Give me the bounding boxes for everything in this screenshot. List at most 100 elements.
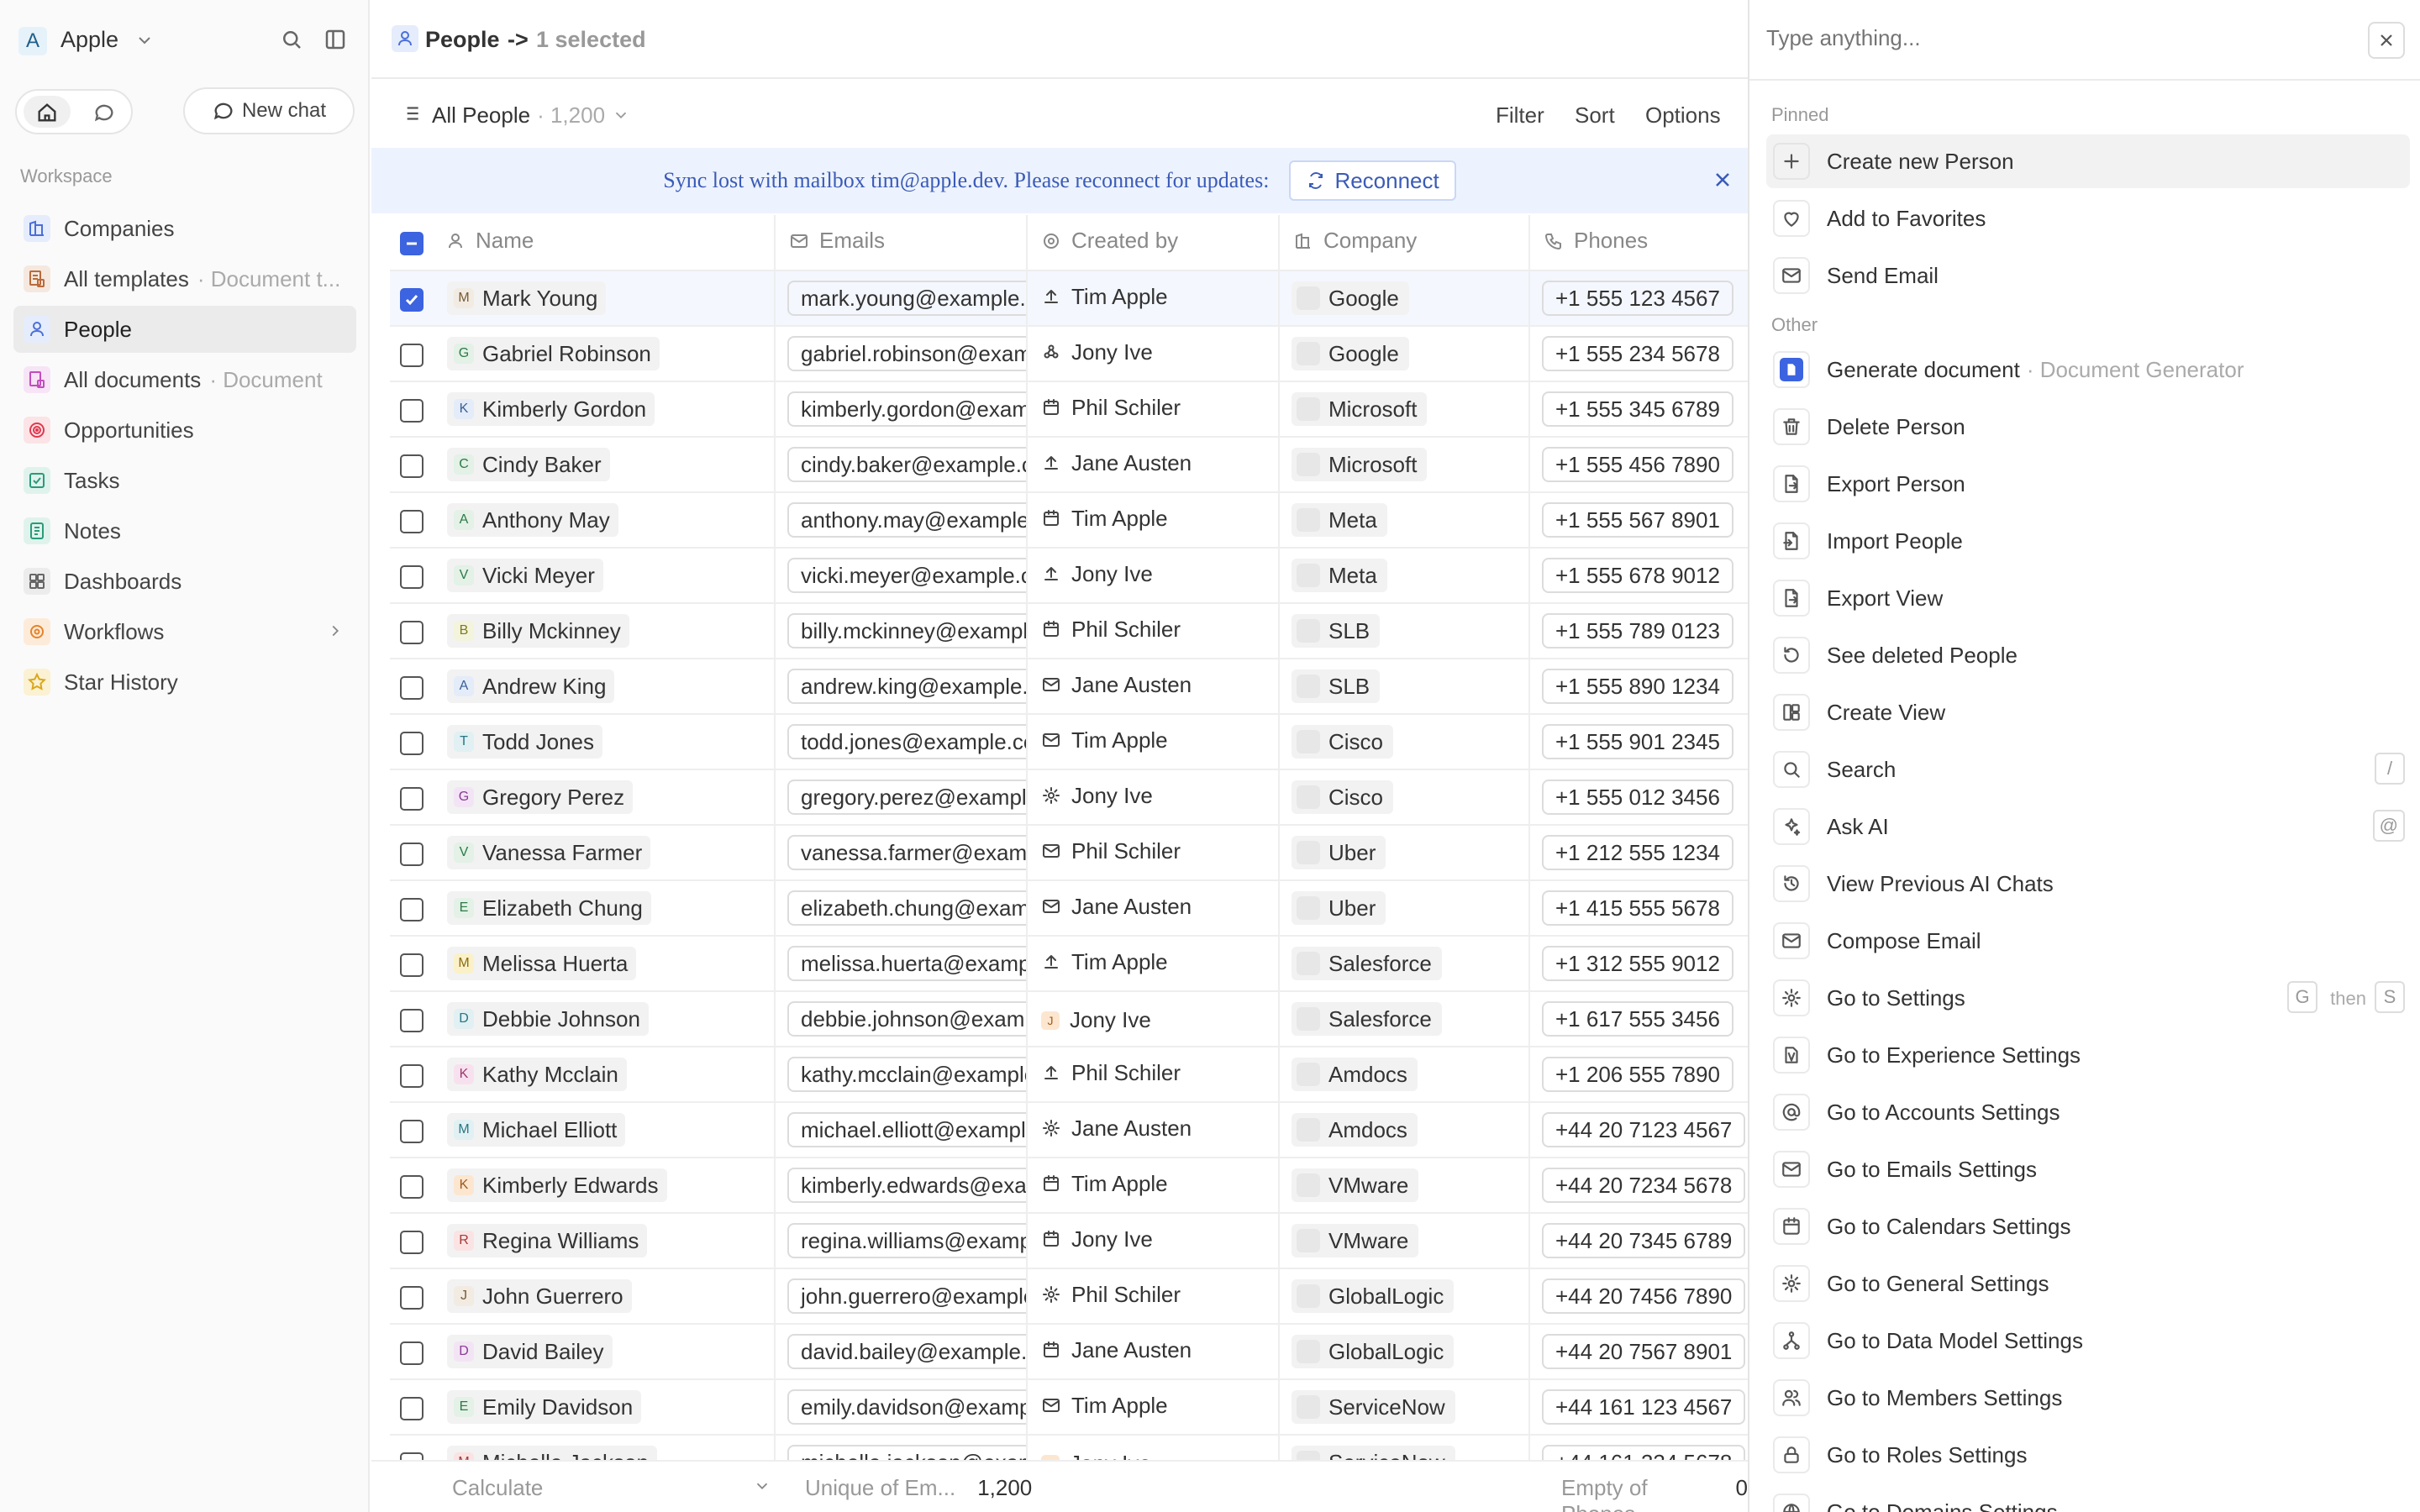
row-checkbox[interactable] [400, 509, 424, 533]
command-item-import-people[interactable]: Import People [1766, 514, 2410, 568]
sort-button[interactable]: Sort [1575, 102, 1615, 129]
command-item-go-to-members-settings[interactable]: Go to Members Settings [1766, 1371, 2410, 1425]
phones-aggregate[interactable]: Empty of Phones 0 [1561, 1475, 1748, 1512]
created-by-cell[interactable]: Jane Austen [1027, 1102, 1280, 1158]
column-header-name[interactable]: Name [434, 215, 776, 271]
row-checkbox[interactable] [400, 897, 424, 921]
company-cell[interactable]: Salesforce [1279, 936, 1530, 992]
email-pill[interactable]: anthony.may@example.com [787, 502, 1025, 538]
breadcrumb-object[interactable]: People [425, 27, 500, 53]
sidebar-item-star-history[interactable]: Star History [13, 659, 356, 706]
company-cell[interactable]: Google [1279, 326, 1530, 382]
email-cell[interactable]: regina.williams@example.com [775, 1213, 1028, 1269]
command-item-go-to-calendars-settings[interactable]: Go to Calendars Settings [1766, 1200, 2410, 1253]
email-cell[interactable]: david.bailey@example.com [775, 1324, 1028, 1380]
email-pill[interactable]: emily.davidson@example.com [787, 1389, 1025, 1425]
email-pill[interactable]: andrew.king@example.com [787, 669, 1025, 704]
person-chip[interactable]: E Emily Davidson [447, 1390, 642, 1424]
company-cell[interactable]: GlobalLogic [1279, 1268, 1530, 1325]
company-cell[interactable]: GlobalLogic [1279, 1324, 1530, 1380]
email-pill[interactable]: john.guerrero@example.com [787, 1278, 1025, 1314]
created-by-cell[interactable]: Jony Ive [1027, 548, 1280, 604]
email-pill[interactable]: kimberly.gordon@example.com [787, 391, 1025, 427]
name-cell[interactable]: T Todd Jones [434, 714, 776, 770]
table-row[interactable]: M Mark Young mark.young@example.com Tim App… [390, 270, 1776, 327]
table-row[interactable]: V Vicki Meyer vicki.meyer@example.com Jony … [390, 548, 1776, 604]
table-row[interactable]: T Todd Jones todd.jones@example.com Tim App… [390, 714, 1776, 770]
phone-cell[interactable]: +1 555 678 9012 [1529, 548, 1776, 604]
phone-pill[interactable]: +1 555 901 2345 [1542, 724, 1733, 759]
person-chip[interactable]: M Michael Elliott [447, 1113, 626, 1147]
workspace-logo[interactable]: A [18, 27, 47, 55]
command-item-export-person[interactable]: Export Person [1766, 457, 2410, 511]
command-item-send-email[interactable]: Send Email [1766, 249, 2410, 302]
email-pill[interactable]: david.bailey@example.com [787, 1334, 1025, 1369]
person-chip[interactable]: E Elizabeth Chung [447, 891, 651, 925]
created-by-cell[interactable]: Tim Apple [1027, 714, 1280, 770]
person-chip[interactable]: A Andrew King [447, 669, 615, 703]
phone-pill[interactable]: +44 20 7234 5678 [1542, 1168, 1746, 1203]
column-header-emails[interactable]: Emails [775, 215, 1028, 271]
table-row[interactable]: K Kimberly Edwards kimberly.edwards@exampl… [390, 1158, 1776, 1214]
command-search-input[interactable] [1766, 25, 2338, 51]
command-item-create-view[interactable]: Create View [1766, 685, 2410, 739]
sidebar-item-notes[interactable]: Notes [13, 507, 356, 554]
company-chip[interactable]: Salesforce [1292, 1002, 1442, 1036]
company-chip[interactable]: GlobalLogic [1292, 1279, 1455, 1313]
phone-pill[interactable]: +1 312 555 9012 [1542, 946, 1733, 981]
name-cell[interactable]: M Melissa Huerta [434, 936, 776, 992]
company-chip[interactable]: ServiceNow [1292, 1390, 1455, 1424]
row-checkbox[interactable] [400, 1119, 424, 1143]
email-cell[interactable]: elizabeth.chung@example.com [775, 880, 1028, 937]
phone-cell[interactable]: +1 212 555 1234 [1529, 825, 1776, 881]
close-panel-button[interactable] [2368, 22, 2405, 59]
row-checkbox[interactable] [400, 1174, 424, 1199]
email-pill[interactable]: gabriel.robinson@example.com [787, 336, 1025, 371]
column-header-company[interactable]: Company [1279, 215, 1530, 271]
sidebar-item-all-templates[interactable]: All templates · Document t... [13, 255, 356, 302]
phone-cell[interactable]: +1 312 555 9012 [1529, 936, 1776, 992]
phone-pill[interactable]: +1 555 345 6789 [1542, 391, 1733, 427]
company-cell[interactable]: SLB [1279, 603, 1530, 659]
name-cell[interactable]: D Debbie Johnson [434, 991, 776, 1047]
company-chip[interactable]: SLB [1292, 614, 1381, 648]
phone-cell[interactable]: +1 617 555 3456 [1529, 991, 1776, 1047]
reconnect-button[interactable]: Reconnect [1289, 160, 1456, 201]
email-cell[interactable]: mark.young@example.com [775, 270, 1028, 327]
person-chip[interactable]: K Kathy Mcclain [447, 1058, 627, 1091]
chevron-right-icon[interactable] [326, 622, 345, 640]
row-checkbox[interactable] [400, 620, 424, 644]
command-item-see-deleted-people[interactable]: See deleted People [1766, 628, 2410, 682]
phone-cell[interactable]: +1 555 234 5678 [1529, 326, 1776, 382]
command-item-generate-document[interactable]: Generate document · Document Generator [1766, 343, 2410, 396]
created-by-cell[interactable]: J Jony Ive [1027, 991, 1280, 1047]
email-cell[interactable]: anthony.may@example.com [775, 492, 1028, 549]
name-cell[interactable]: C Cindy Baker [434, 437, 776, 493]
email-cell[interactable]: emily.davidson@example.com [775, 1379, 1028, 1436]
phone-pill[interactable]: +44 20 7345 6789 [1542, 1223, 1746, 1258]
email-pill[interactable]: billy.mckinney@example.com [787, 613, 1025, 648]
name-cell[interactable]: J John Guerrero [434, 1268, 776, 1325]
name-cell[interactable]: R Regina Williams [434, 1213, 776, 1269]
chat-bubble-icon[interactable] [92, 101, 116, 124]
workspace-name[interactable]: Apple [60, 27, 118, 53]
phone-pill[interactable]: +1 555 123 4567 [1542, 281, 1733, 316]
select-all-checkbox[interactable] [400, 232, 424, 256]
company-chip[interactable]: Meta [1292, 559, 1387, 592]
company-cell[interactable]: VMware [1279, 1213, 1530, 1269]
company-cell[interactable]: VMware [1279, 1158, 1530, 1214]
name-cell[interactable]: E Elizabeth Chung [434, 880, 776, 937]
name-cell[interactable]: G Gregory Perez [434, 769, 776, 826]
command-item-go-to-accounts-settings[interactable]: Go to Accounts Settings [1766, 1085, 2410, 1139]
close-icon[interactable] [1711, 168, 1734, 192]
person-chip[interactable]: G Gregory Perez [447, 780, 634, 814]
created-by-cell[interactable]: Tim Apple [1027, 492, 1280, 549]
command-item-go-to-experience-settings[interactable]: Go to Experience Settings [1766, 1028, 2410, 1082]
company-cell[interactable]: SLB [1279, 659, 1530, 715]
row-checkbox[interactable] [400, 786, 424, 811]
row-checkbox[interactable] [400, 675, 424, 700]
company-chip[interactable]: VMware [1292, 1224, 1419, 1257]
command-item-go-to-data-model-settings[interactable]: Go to Data Model Settings [1766, 1314, 2410, 1368]
person-chip[interactable]: M Melissa Huerta [447, 947, 637, 980]
company-chip[interactable]: Uber [1292, 891, 1386, 925]
